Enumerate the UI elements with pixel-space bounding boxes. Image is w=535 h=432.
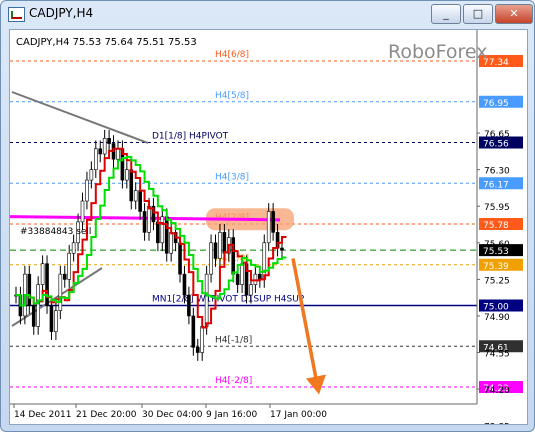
watermark: RoboForex (388, 41, 488, 63)
arrow-shaft (291, 258, 318, 379)
candle-body (85, 179, 89, 202)
candle-body (147, 205, 151, 233)
candle-body (249, 284, 253, 296)
time-tick-label: 30 Dec 04:00 (142, 410, 203, 420)
candle-body (49, 305, 54, 332)
candle-body (133, 190, 138, 202)
candle-body (195, 346, 200, 353)
price-marker-label: 75.78 (483, 221, 509, 231)
chart-area[interactable]: H4[6/8]H4[5/8]D1[1/8] H4PIVOTH4[3/8]H4[2… (9, 29, 528, 431)
candle-body (169, 232, 173, 254)
time-tick-label: 9 Jan 16:00 (206, 410, 258, 420)
upper-trend-line (11, 91, 149, 144)
level-label: H4[-1/8] (215, 335, 252, 345)
minimize-button[interactable]: _ (431, 4, 461, 24)
level-label: H4[6/8] (215, 50, 249, 60)
candle-body (58, 273, 63, 312)
price-tick-label: 74.20 (484, 386, 510, 396)
candle-body (116, 148, 120, 160)
candle-body (89, 169, 94, 181)
candle-body (80, 200, 85, 223)
candle-body (280, 247, 284, 251)
price-marker-label: 75.00 (483, 303, 509, 313)
price-tick-label: 76.30 (484, 167, 510, 177)
price-marker-label: 76.17 (483, 180, 509, 190)
price-axis: 77.3476.9576.6576.5676.3076.1775.9575.78… (476, 30, 523, 431)
price-chart[interactable]: H4[6/8]H4[5/8]D1[1/8] H4PIVOTH4[3/8]H4[2… (9, 30, 527, 431)
candle-body (204, 273, 209, 327)
candle-body (218, 232, 222, 259)
candle-body (182, 273, 187, 296)
symbol-info: CADJPY,H4 75.53 75.64 75.51 75.53 (16, 37, 197, 48)
close-button[interactable]: ✕ (495, 4, 533, 24)
candle-body (213, 242, 218, 259)
maximize-button[interactable]: □ (463, 4, 493, 24)
candle-body (40, 263, 45, 285)
candle-body (67, 252, 72, 280)
candle-body (253, 273, 258, 285)
level-label: D1[1/8] H4PIVOT (152, 132, 229, 142)
candle-body (129, 169, 134, 202)
candle-body (31, 305, 36, 327)
candle-body (262, 242, 267, 280)
candle-body (266, 211, 271, 244)
price-tick-label: 73.85 (484, 423, 510, 424)
candles (14, 129, 284, 361)
level-label: H4[5/8] (215, 91, 249, 101)
time-tick-label: 21 Dec 20:00 (76, 410, 137, 420)
candle-body (107, 138, 111, 144)
price-tick-label: 74.55 (484, 350, 510, 360)
price-marker-label: 76.95 (483, 99, 509, 109)
trade-label: #33884843 sell (20, 227, 91, 237)
candle-body (71, 242, 76, 254)
time-axis: 14 Dec 2011 21 Dec 20:00 30 Dec 04:00 9 Jan… (10, 403, 477, 420)
price-tick-label: 74.90 (484, 313, 510, 323)
title-bar[interactable]: CADJPY,H4 _ □ ✕ (1, 1, 534, 27)
candle-body (187, 294, 191, 317)
level-label: MN1[2/8] W1PIVOT D1SUP H4SUP (152, 295, 305, 305)
candle-body (271, 211, 275, 233)
candle-body (36, 284, 40, 327)
candle-body (62, 273, 67, 280)
candle-body (142, 211, 147, 233)
candle-body (164, 216, 169, 254)
time-tick-label: 17 Jan 00:00 (270, 410, 327, 420)
window-title: CADJPY,H4 (29, 6, 94, 20)
candle-body (240, 263, 244, 285)
level-label: H4[3/8] (215, 172, 249, 182)
price-marker-label: 75.53 (483, 247, 509, 257)
forecast-arrow (291, 258, 326, 395)
candle-body (178, 242, 182, 275)
candle-body (191, 315, 196, 348)
candle-body (231, 237, 236, 275)
candle-body (222, 232, 227, 254)
candle-body (156, 221, 160, 244)
arrow-head (306, 374, 326, 395)
candle-body (54, 310, 58, 332)
price-marker-label: 75.39 (483, 262, 509, 272)
price-marker-label: 76.56 (483, 140, 509, 150)
candle-body (125, 169, 129, 181)
candle-body (102, 138, 107, 155)
candle-body (138, 190, 142, 212)
chart-window: CADJPY,H4 _ □ ✕ H4[6/8] H4[5/8] D1[1/8] H4… (0, 0, 535, 432)
candle-body (45, 263, 49, 306)
price-tick-label: 75.95 (484, 203, 510, 213)
time-tick-label: 14 Dec 2011 (14, 410, 72, 420)
candle-body (27, 273, 32, 306)
level-label: H4[-2/8] (215, 376, 252, 386)
candle-body (209, 242, 213, 275)
price-tick-label: 75.25 (484, 276, 510, 286)
candle-body (200, 326, 204, 353)
candle-body (235, 273, 240, 285)
candle-body (94, 148, 98, 170)
candle-body (160, 216, 165, 244)
chart-window-icon (8, 7, 25, 22)
candle-body (98, 148, 103, 155)
